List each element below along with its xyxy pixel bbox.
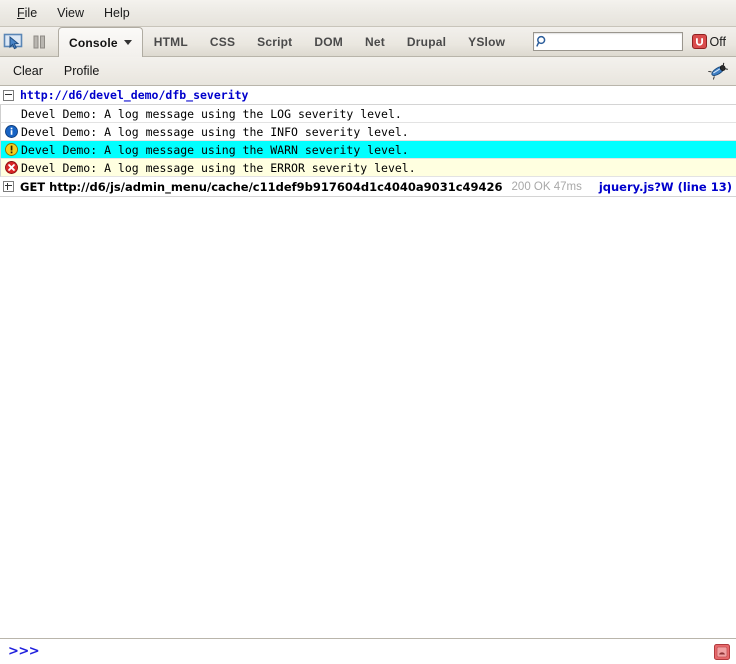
firebug-toolbar: Console HTML CSS Script DOM Net Drupal Y… [0, 27, 736, 57]
info-message-text: Devel Demo: A log message using the INFO… [21, 124, 409, 139]
minus-box-icon[interactable] [3, 89, 14, 101]
error-circle-icon [5, 161, 18, 174]
console-log-panel[interactable]: http://d6/devel_demo/dfb_severity Devel … [0, 86, 736, 638]
tab-html[interactable]: HTML [143, 27, 199, 56]
inspect-button[interactable] [0, 27, 26, 56]
pause-button[interactable] [26, 27, 52, 56]
inspect-cursor-icon [3, 33, 23, 49]
open-in-window-icon[interactable] [714, 643, 730, 660]
tab-dom[interactable]: DOM [303, 27, 354, 56]
tab-yslow[interactable]: YSlow [457, 27, 516, 56]
tab-yslow-label: YSlow [468, 34, 506, 49]
log-group-url: http://d6/devel_demo/dfb_severity [20, 88, 249, 102]
menu-item-view[interactable]: View [48, 4, 93, 22]
console-subtoolbar: Clear Profile [0, 57, 736, 86]
tab-console[interactable]: Console [58, 27, 143, 57]
tab-css[interactable]: CSS [199, 27, 246, 56]
network-request-source-link[interactable]: jquery.js?W (line 13) [599, 180, 732, 194]
tab-html-label: HTML [153, 34, 188, 49]
tab-console-label: Console [69, 35, 118, 50]
tab-css-label: CSS [209, 34, 236, 49]
menubar: File View Help [0, 0, 736, 27]
tab-script-label: Script [257, 34, 293, 49]
panel-tabs: Console HTML CSS Script DOM Net Drupal Y… [58, 27, 516, 57]
log-row-error[interactable]: Devel Demo: A log message using the ERRO… [0, 159, 736, 177]
search-input[interactable] [550, 34, 676, 49]
menu-item-file[interactable]: File [8, 4, 46, 22]
firebug-power-button[interactable]: Off [691, 27, 729, 56]
command-line-bar: >>> [0, 638, 736, 664]
log-rows: http://d6/devel_demo/dfb_severity Devel … [0, 86, 736, 197]
command-prompt: >>> [8, 644, 40, 659]
power-label: Off [709, 34, 726, 49]
firebug-bug-icon [708, 62, 728, 80]
search-icon [535, 35, 545, 47]
search-container [532, 27, 683, 56]
tab-drupal[interactable]: Drupal [396, 27, 457, 56]
command-line-input[interactable] [45, 642, 714, 661]
profile-button[interactable]: Profile [56, 62, 107, 80]
log-message-text: Devel Demo: A log message using the LOG … [21, 106, 402, 121]
plus-box-icon[interactable] [3, 181, 14, 192]
network-request-url: GET http://d6/js/admin_menu/cache/c11def… [20, 179, 503, 194]
tab-script[interactable]: Script [246, 27, 303, 56]
error-message-text: Devel Demo: A log message using the ERRO… [21, 160, 416, 175]
menu-item-help[interactable]: Help [95, 4, 139, 22]
pause-icon [33, 35, 45, 48]
tab-net-label: Net [364, 34, 385, 49]
network-request-status: 200 OK 47ms [511, 180, 582, 193]
network-request-row[interactable]: GET http://d6/js/admin_menu/cache/c11def… [0, 177, 736, 197]
warning-circle-icon [5, 143, 18, 156]
log-row-warn[interactable]: Devel Demo: A log message using the WARN… [0, 141, 736, 159]
chevron-down-icon[interactable] [123, 40, 132, 45]
clear-button[interactable]: Clear [5, 62, 51, 80]
tab-drupal-label: Drupal [406, 34, 447, 49]
log-row-info[interactable]: Devel Demo: A log message using the INFO… [0, 123, 736, 141]
search-box[interactable] [532, 32, 683, 51]
tab-dom-label: DOM [314, 34, 343, 49]
firebug-power-icon [691, 34, 707, 49]
firebug-menu-button[interactable] [706, 60, 730, 82]
info-circle-icon [5, 125, 18, 138]
firebug-window: File View Help Console HTML CSS Script D… [0, 0, 736, 664]
log-row-log[interactable]: Devel Demo: A log message using the LOG … [0, 105, 736, 123]
tab-net[interactable]: Net [354, 27, 396, 56]
warn-message-text: Devel Demo: A log message using the WARN… [21, 142, 409, 157]
log-group-header[interactable]: http://d6/devel_demo/dfb_severity [0, 86, 736, 105]
